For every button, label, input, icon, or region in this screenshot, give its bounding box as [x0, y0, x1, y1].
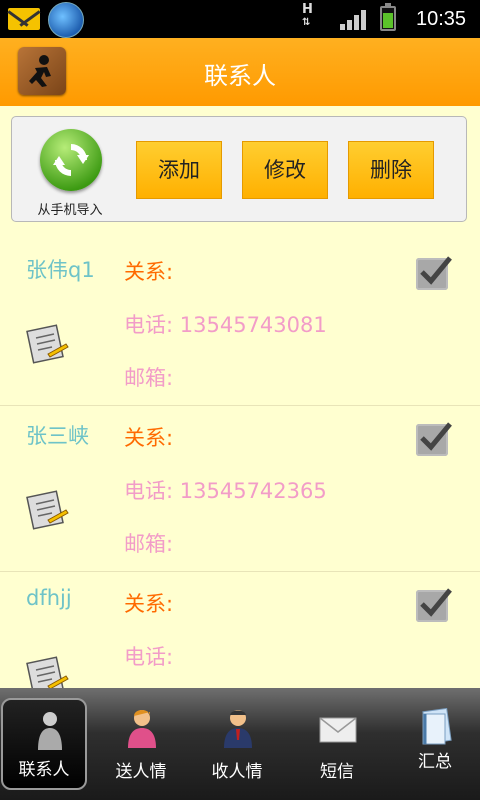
- envelope-icon: [319, 717, 357, 743]
- contact-name: 张伟q1: [26, 258, 95, 282]
- nav-tab-contacts[interactable]: 联系人: [1, 698, 87, 790]
- battery-icon: [380, 3, 396, 31]
- email-field: 邮箱:: [124, 366, 174, 390]
- contacts-icon: [38, 712, 62, 750]
- nav-tab-summary[interactable]: 汇总: [392, 698, 478, 790]
- clock: 10:35: [416, 8, 467, 30]
- nav-label: 收人情: [211, 762, 263, 782]
- contact-name: dfhjj: [26, 586, 72, 610]
- email-notification-icon: [8, 8, 40, 30]
- email-field: 邮箱:: [124, 532, 174, 556]
- notebook-icon: [422, 708, 452, 745]
- nav-label: 联系人: [18, 760, 70, 780]
- relation-field: 关系:: [124, 592, 174, 616]
- add-button[interactable]: 添加: [136, 141, 222, 199]
- signal-strength-icon: [340, 10, 366, 30]
- nav-tab-give-gift[interactable]: 送人情: [98, 698, 184, 790]
- checkmark-icon: [420, 256, 452, 285]
- status-bar: H ⇅ 10:35: [0, 0, 480, 38]
- checkmark-icon: [420, 422, 452, 451]
- receive-gift-icon: [224, 710, 252, 748]
- phone-field: 电话: 13545742365: [124, 479, 327, 503]
- network-type-indicator: H ⇅: [302, 2, 313, 28]
- page-title: 联系人: [204, 62, 276, 90]
- edit-note-icon[interactable]: [24, 488, 70, 530]
- edit-note-icon[interactable]: [24, 322, 70, 364]
- contact-checkbox[interactable]: [416, 422, 452, 456]
- nav-tab-receive-gift[interactable]: 收人情: [194, 698, 280, 790]
- relation-field: 关系:: [124, 260, 174, 284]
- give-gift-icon: [128, 710, 156, 748]
- delete-button[interactable]: 删除: [348, 141, 434, 199]
- nav-tab-sms[interactable]: 短信: [294, 698, 380, 790]
- checkmark-icon: [420, 588, 452, 617]
- browser-notification-icon: [48, 2, 84, 38]
- bottom-navigation: 联系人 送人情 收人情 短信 汇总: [0, 688, 480, 800]
- contact-row[interactable]: 张三峡 关系: 电话: 13545742365 邮箱:: [0, 406, 480, 572]
- contact-name: 张三峡: [26, 424, 89, 448]
- nav-label: 短信: [320, 762, 354, 782]
- phone-field: 电话: 13545743081: [124, 313, 327, 337]
- contact-checkbox[interactable]: [416, 588, 452, 622]
- contact-checkbox[interactable]: [416, 256, 452, 290]
- contact-row[interactable]: 张伟q1 关系: 电话: 13545743081 邮箱:: [0, 240, 480, 406]
- relation-field: 关系:: [124, 426, 174, 450]
- title-bar: 联系人: [0, 38, 480, 106]
- action-panel: 从手机导入 添加 修改 删除: [11, 116, 467, 222]
- nav-label: 汇总: [418, 752, 452, 772]
- refresh-icon: [53, 144, 89, 176]
- phone-field: 电话:: [124, 645, 174, 669]
- import-from-phone-button[interactable]: [40, 129, 102, 191]
- import-from-phone-label: 从手机导入: [37, 203, 103, 218]
- edit-button[interactable]: 修改: [242, 141, 328, 199]
- nav-label: 送人情: [115, 762, 167, 782]
